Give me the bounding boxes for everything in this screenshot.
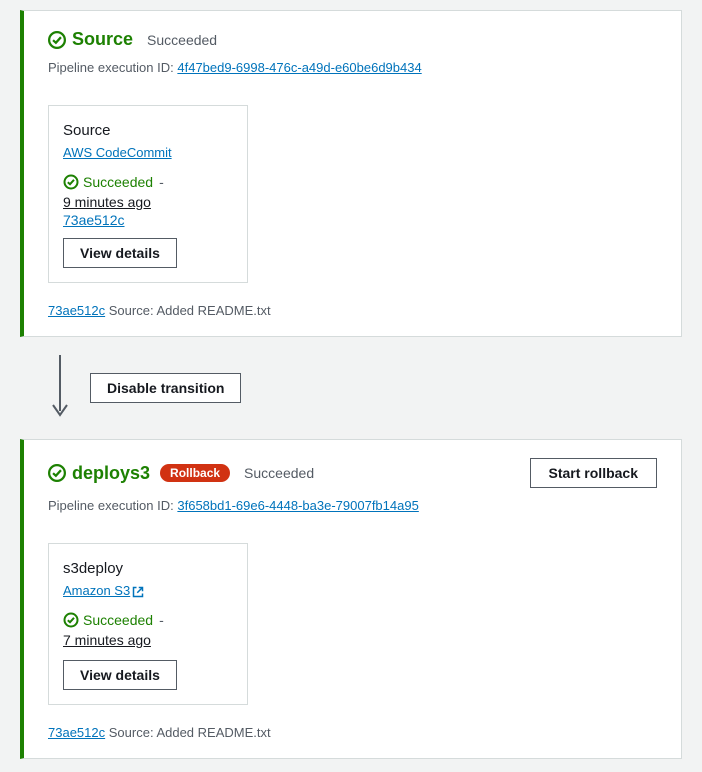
action-status-text: Succeeded	[83, 612, 153, 628]
stage-header: deploys3 Rollback Succeeded	[48, 463, 314, 484]
provider-text: Amazon S3	[63, 583, 130, 598]
stage-status-text: Succeeded	[147, 32, 217, 48]
action-card-source: Source AWS CodeCommit Succeeded - 9 minu…	[48, 105, 248, 283]
action-time-link[interactable]: 7 minutes ago	[63, 632, 151, 648]
stage-footer: 73ae512c Source: Added README.txt	[48, 303, 657, 318]
execution-id-row: Pipeline execution ID: 4f47bed9-6998-476…	[48, 60, 657, 75]
footer-msg: Source: Added README.txt	[109, 725, 271, 740]
success-check-icon	[63, 612, 79, 628]
stage-deploys3: deploys3 Rollback Succeeded Start rollba…	[20, 439, 682, 759]
stage-header-row: Source Succeeded	[48, 29, 657, 50]
stage-title: Source	[48, 29, 133, 50]
commit-link[interactable]: 73ae512c	[63, 212, 125, 228]
rollback-badge: Rollback	[160, 464, 230, 482]
provider-link[interactable]: AWS CodeCommit	[63, 145, 172, 160]
execution-id-link[interactable]: 3f658bd1-69e6-4448-ba3e-79007fb14a95	[177, 498, 418, 513]
action-title: s3deploy	[63, 560, 233, 577]
action-status-row: Succeeded - 7 minutes ago	[63, 612, 233, 648]
action-title: Source	[63, 122, 233, 139]
arrow-down-icon	[50, 353, 70, 423]
external-link-icon	[130, 583, 144, 598]
transition-area: Disable transition	[20, 347, 682, 429]
provider-link[interactable]: Amazon S3	[63, 583, 144, 598]
stage-header: Source Succeeded	[48, 29, 217, 50]
stage-source: Source Succeeded Pipeline execution ID: …	[20, 10, 682, 337]
success-check-icon	[48, 31, 66, 49]
footer-commit-link[interactable]: 73ae512c	[48, 303, 105, 318]
action-status-row: Succeeded - 9 minutes ago	[63, 174, 233, 210]
execution-id-link[interactable]: 4f47bed9-6998-476c-a49d-e60be6d9b434	[177, 60, 421, 75]
action-time-link[interactable]: 9 minutes ago	[63, 194, 151, 210]
execution-id-label: Pipeline execution ID:	[48, 498, 174, 513]
action-card-s3deploy: s3deploy Amazon S3 Succeeded - 7 minutes…	[48, 543, 248, 705]
execution-id-row: Pipeline execution ID: 3f658bd1-69e6-444…	[48, 498, 657, 513]
view-details-button[interactable]: View details	[63, 660, 177, 690]
dash: -	[159, 612, 164, 628]
stage-name-text: Source	[72, 29, 133, 50]
success-check-icon	[63, 174, 79, 190]
dash: -	[159, 174, 164, 190]
stage-footer: 73ae512c Source: Added README.txt	[48, 725, 657, 740]
action-status-text: Succeeded	[83, 174, 153, 190]
stage-title: deploys3	[48, 463, 150, 484]
view-details-button[interactable]: View details	[63, 238, 177, 268]
action-provider: Amazon S3	[63, 583, 233, 598]
stage-name-text: deploys3	[72, 463, 150, 484]
success-check-icon	[48, 464, 66, 482]
footer-commit-link[interactable]: 73ae512c	[48, 725, 105, 740]
disable-transition-button[interactable]: Disable transition	[90, 373, 241, 403]
stage-header-row: deploys3 Rollback Succeeded Start rollba…	[48, 458, 657, 488]
start-rollback-button[interactable]: Start rollback	[530, 458, 657, 488]
stage-status-text: Succeeded	[244, 465, 314, 481]
footer-msg: Source: Added README.txt	[109, 303, 271, 318]
commit-link-row: 73ae512c	[63, 212, 233, 228]
execution-id-label: Pipeline execution ID:	[48, 60, 174, 75]
action-provider: AWS CodeCommit	[63, 145, 233, 160]
